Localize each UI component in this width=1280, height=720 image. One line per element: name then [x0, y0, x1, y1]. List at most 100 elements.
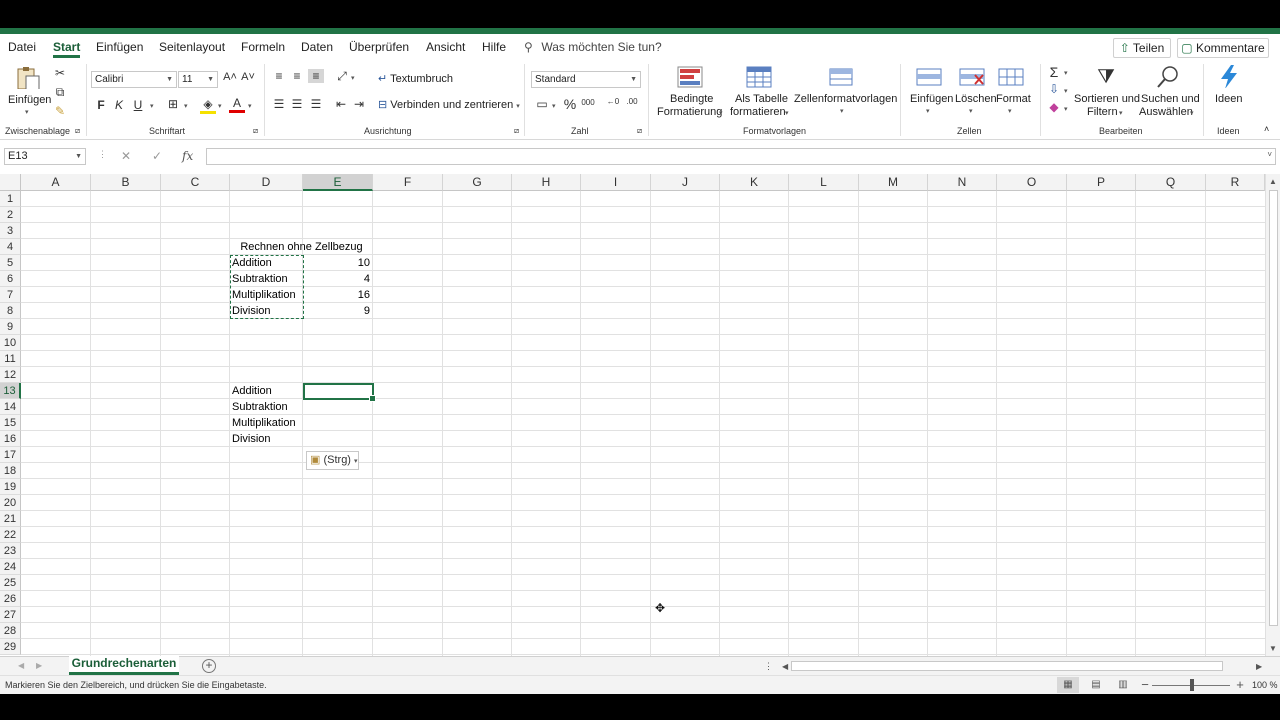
- row-header-19[interactable]: 19: [0, 479, 21, 495]
- table1-value-multiplication[interactable]: 16: [303, 287, 373, 303]
- bold-button[interactable]: F: [93, 98, 109, 112]
- font-size-select[interactable]: 11 ▼: [178, 71, 218, 88]
- table2-label-multiplication[interactable]: Multiplikation: [230, 415, 303, 431]
- row-header-16[interactable]: 16: [0, 431, 21, 447]
- row-header-2[interactable]: 2: [0, 207, 21, 223]
- column-header-d[interactable]: D: [230, 174, 303, 191]
- decrease-decimal-icon[interactable]: .00: [624, 97, 640, 106]
- tab-formulas[interactable]: Formeln: [241, 40, 285, 58]
- font-launcher-icon[interactable]: ⧄: [253, 126, 258, 136]
- scroll-up-icon[interactable]: ▲: [1269, 177, 1277, 186]
- cut-icon[interactable]: ✂: [52, 66, 68, 80]
- column-header-f[interactable]: F: [373, 174, 443, 191]
- insert-cells-icon[interactable]: [916, 66, 942, 90]
- table1-value-subtraction[interactable]: 4: [303, 271, 373, 287]
- column-header-j[interactable]: J: [651, 174, 720, 191]
- row-header-7[interactable]: 7: [0, 287, 21, 303]
- column-header-c[interactable]: C: [161, 174, 230, 191]
- paste-options-button[interactable]: ▣ (Strg) ▾: [306, 451, 359, 470]
- row-header-1[interactable]: 1: [0, 191, 21, 207]
- table2-label-division[interactable]: Division: [230, 431, 303, 447]
- row-header-4[interactable]: 4: [0, 239, 21, 255]
- clear-icon[interactable]: ◆: [1046, 100, 1062, 114]
- format-cells-label[interactable]: Format: [996, 93, 1031, 105]
- conditional-formatting-icon[interactable]: [677, 66, 703, 90]
- insert-function-icon[interactable]: fx: [182, 149, 193, 163]
- row-header-22[interactable]: 22: [0, 527, 21, 543]
- ideas-label[interactable]: Ideen: [1215, 93, 1243, 105]
- fill-dropdown-icon[interactable]: ▾: [218, 102, 222, 110]
- as-table-dropdown-icon[interactable]: ▾: [785, 109, 789, 117]
- column-header-o[interactable]: O: [997, 174, 1067, 191]
- tab-data[interactable]: Daten: [301, 40, 333, 58]
- ideas-icon[interactable]: [1216, 64, 1242, 88]
- vertical-scrollbar[interactable]: ▲ ▼: [1265, 174, 1280, 656]
- delete-cells-label[interactable]: Löschen: [955, 93, 997, 105]
- column-header-e[interactable]: E: [303, 174, 373, 191]
- format-as-table-label-1[interactable]: Als Tabelle: [735, 93, 788, 105]
- page-layout-view-icon[interactable]: ▤: [1085, 677, 1107, 693]
- align-top-icon[interactable]: ≡: [271, 69, 287, 83]
- insert-dropdown-icon[interactable]: ▾: [926, 107, 930, 115]
- enter-icon[interactable]: ✓: [152, 149, 162, 163]
- find-dropdown-icon[interactable]: ▾: [1190, 109, 1194, 117]
- table1-value-addition[interactable]: 10: [303, 255, 373, 271]
- row-header-11[interactable]: 11: [0, 351, 21, 367]
- format-as-table-icon[interactable]: [746, 66, 772, 90]
- cell-styles-icon[interactable]: [829, 66, 855, 90]
- fill-color-icon[interactable]: ◈: [200, 97, 216, 114]
- sort-filter-icon[interactable]: ⧩: [1094, 66, 1118, 89]
- expand-formula-icon[interactable]: ˅: [1267, 150, 1272, 159]
- orientation-dropdown-icon[interactable]: ▾: [351, 74, 355, 82]
- format-painter-icon[interactable]: ✎: [52, 104, 68, 118]
- clear-dropdown-icon[interactable]: ▾: [1064, 105, 1068, 113]
- row-header-28[interactable]: 28: [0, 623, 21, 639]
- delete-cells-icon[interactable]: [959, 66, 985, 90]
- add-sheet-icon[interactable]: +: [202, 659, 216, 673]
- row-header-23[interactable]: 23: [0, 543, 21, 559]
- row-header-25[interactable]: 25: [0, 575, 21, 591]
- increase-font-icon[interactable]: A˄: [222, 71, 238, 83]
- vertical-scroll-thumb[interactable]: [1269, 190, 1278, 626]
- horizontal-scroll-thumb[interactable]: [791, 661, 1223, 671]
- align-left-icon[interactable]: ☰: [271, 97, 287, 111]
- paste-icon[interactable]: [15, 65, 41, 89]
- tab-review[interactable]: Überprüfen: [349, 40, 409, 58]
- fill-icon[interactable]: ⇩: [1046, 82, 1062, 96]
- align-middle-icon[interactable]: ≡: [289, 69, 305, 83]
- thousands-separator-icon[interactable]: 000: [580, 98, 596, 107]
- borders-icon[interactable]: ⊞: [165, 97, 181, 111]
- italic-button[interactable]: K: [111, 98, 127, 112]
- zoom-level[interactable]: 100 %: [1252, 680, 1278, 690]
- row-header-13[interactable]: 13: [0, 383, 21, 399]
- zoom-slider-knob[interactable]: [1190, 679, 1194, 691]
- row-header-24[interactable]: 24: [0, 559, 21, 575]
- scroll-left-icon[interactable]: ◀: [782, 662, 788, 671]
- row-header-10[interactable]: 10: [0, 335, 21, 351]
- wrap-text-button[interactable]: ↵ Textumbruch: [378, 72, 453, 85]
- table1-value-division[interactable]: 9: [303, 303, 373, 319]
- copy-icon[interactable]: ⧉: [52, 85, 68, 100]
- row-header-17[interactable]: 17: [0, 447, 21, 463]
- increase-indent-icon[interactable]: ⇥: [351, 97, 367, 111]
- row-header-12[interactable]: 12: [0, 367, 21, 383]
- row-header-18[interactable]: 18: [0, 463, 21, 479]
- scroll-right-icon[interactable]: ▶: [1256, 662, 1262, 671]
- row-header-6[interactable]: 6: [0, 271, 21, 287]
- column-header-k[interactable]: K: [720, 174, 789, 191]
- column-header-p[interactable]: P: [1067, 174, 1136, 191]
- number-launcher-icon[interactable]: ⧄: [637, 126, 642, 136]
- comments-button[interactable]: ▢ Kommentare: [1177, 38, 1269, 58]
- paste-dropdown-icon[interactable]: ▾: [25, 108, 29, 116]
- underline-dropdown-icon[interactable]: ▾: [150, 102, 154, 110]
- align-bottom-icon[interactable]: ≡: [308, 69, 324, 83]
- tab-help[interactable]: Hilfe: [482, 40, 506, 58]
- paste-label[interactable]: Einfügen: [8, 94, 51, 106]
- align-center-icon[interactable]: ☰: [289, 97, 305, 111]
- share-button[interactable]: ⇧ Teilen: [1113, 38, 1171, 58]
- next-sheet-icon[interactable]: ▶: [36, 661, 42, 670]
- decrease-font-icon[interactable]: A˅: [240, 71, 256, 83]
- borders-dropdown-icon[interactable]: ▾: [184, 102, 188, 110]
- delete-dropdown-icon[interactable]: ▾: [969, 107, 973, 115]
- row-header-5[interactable]: 5: [0, 255, 21, 271]
